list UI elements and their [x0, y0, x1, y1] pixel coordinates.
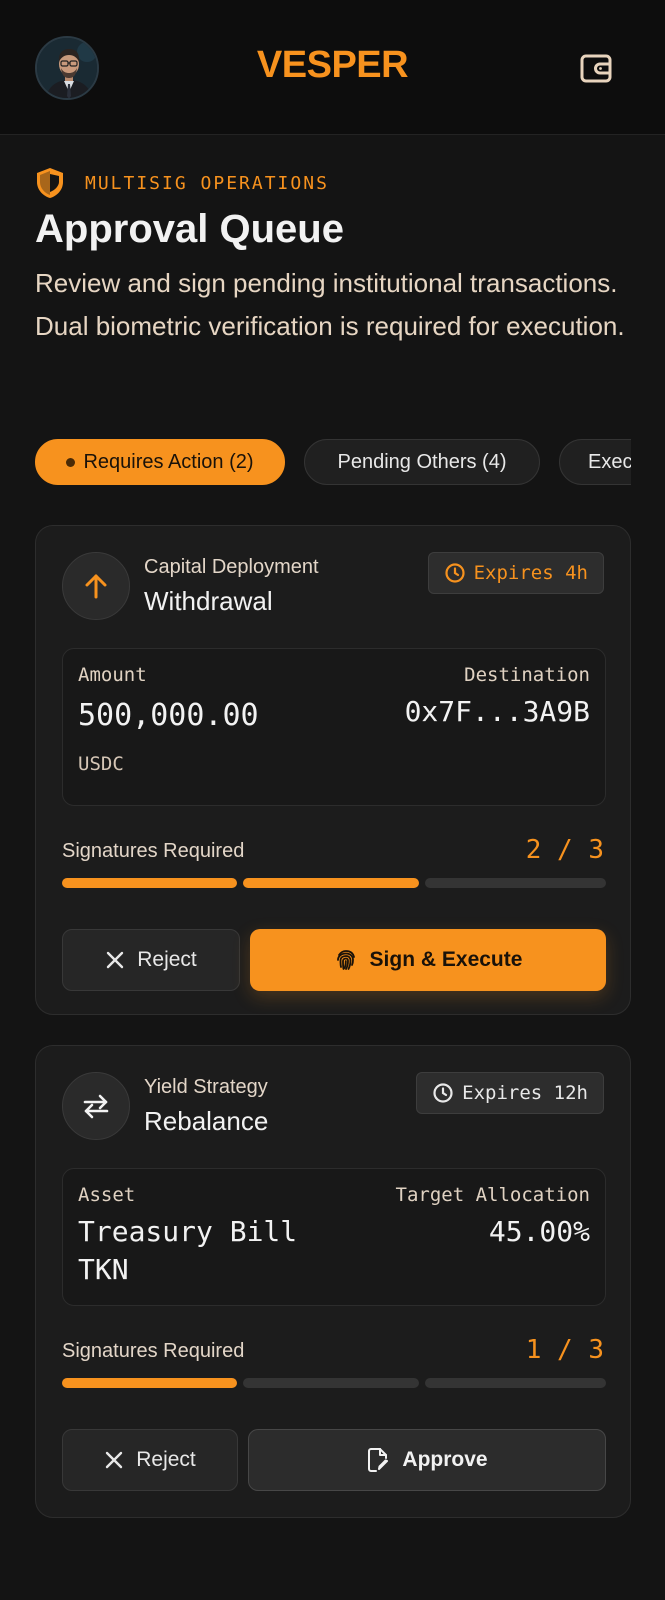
signatures-label: Signatures Required [62, 1340, 245, 1362]
signature-segment [243, 878, 419, 888]
top-bar: VESPER [0, 0, 665, 135]
sign-execute-label: Sign & Execute [369, 948, 523, 971]
approval-card-withdrawal: Capital Deployment Withdrawal Expires 4h… [35, 525, 631, 1015]
tab-label: Exec [588, 450, 631, 473]
amount-unit: USDC [78, 753, 124, 775]
transaction-details: Asset Treasury Bill TKN Target Allocatio… [62, 1168, 606, 1306]
asset-value: Treasury Bill [78, 1215, 298, 1248]
signatures-count: 1 / 3 [525, 1335, 604, 1365]
card-title: Rebalance [144, 1106, 269, 1136]
tab-label: Requires Action (2) [83, 450, 254, 473]
tab-executed[interactable]: Exec [559, 439, 631, 485]
fingerprint-icon [336, 950, 355, 970]
arrow-up-icon [62, 552, 130, 620]
reject-button[interactable]: Reject [62, 1429, 238, 1491]
close-icon [106, 1451, 123, 1469]
close-icon [107, 951, 124, 969]
approve-label: Approve [402, 1448, 488, 1471]
card-title: Withdrawal [144, 586, 273, 616]
filter-tabs: Requires Action (2) Pending Others (4) E… [35, 439, 631, 485]
swap-arrows-icon [62, 1072, 130, 1140]
signatures-count: 2 / 3 [525, 835, 604, 865]
expiry-text: Expires 12h [462, 1082, 588, 1104]
wallet-icon[interactable] [578, 50, 614, 86]
signature-segment [243, 1378, 419, 1388]
tab-pending-others[interactable]: Pending Others (4) [304, 439, 540, 485]
signature-segment [425, 1378, 606, 1388]
tab-requires-action[interactable]: Requires Action (2) [35, 439, 285, 485]
asset-value-line2: TKN [78, 1253, 129, 1286]
transaction-details: Amount 500,000.00 USDC Destination 0x7F.… [62, 648, 606, 806]
eyebrow-label: MULTISIG OPERATIONS [85, 172, 329, 194]
signatures-label: Signatures Required [62, 840, 245, 862]
reject-label: Reject [136, 1448, 196, 1471]
brand-logo: VESPER [256, 44, 409, 86]
signature-segment [62, 878, 237, 888]
page-header: MULTISIG OPERATIONS Approval Queue Revie… [35, 165, 630, 348]
destination-label: Destination [464, 664, 590, 686]
reject-button[interactable]: Reject [62, 929, 240, 991]
asset-label: Asset [78, 1184, 136, 1206]
expiry-badge: Expires 12h [416, 1072, 604, 1114]
destination-address[interactable]: 0x7F...3A9B [405, 693, 590, 731]
approve-button[interactable]: Approve [248, 1429, 606, 1491]
tab-label: Pending Others (4) [337, 450, 507, 473]
sign-execute-button[interactable]: Sign & Execute [250, 929, 606, 991]
signature-segment [425, 878, 606, 888]
page-title: Approval Queue [35, 207, 344, 251]
card-category: Capital Deployment [144, 556, 319, 578]
page-description: Review and sign pending institutional tr… [35, 268, 625, 341]
card-category: Yield Strategy [144, 1076, 268, 1098]
amount-label: Amount [78, 664, 147, 686]
target-allocation-value: 45.00% [488, 1215, 590, 1248]
amount-value: 500,000.00 [78, 698, 259, 733]
signature-segment [62, 1378, 237, 1388]
target-allocation-label: Target Allocation [395, 1184, 590, 1206]
approval-card-rebalance: Yield Strategy Rebalance Expires 12h Ass… [35, 1045, 631, 1518]
shield-icon [35, 166, 65, 200]
clock-icon [433, 1083, 453, 1103]
clock-icon [445, 563, 465, 583]
expiry-text: Expires 4h [473, 562, 588, 584]
status-dot-icon [66, 457, 76, 467]
reject-label: Reject [137, 948, 197, 971]
expiry-badge: Expires 4h [427, 552, 604, 594]
document-sign-icon [368, 1448, 389, 1472]
eyebrow: MULTISIG OPERATIONS [35, 165, 630, 201]
